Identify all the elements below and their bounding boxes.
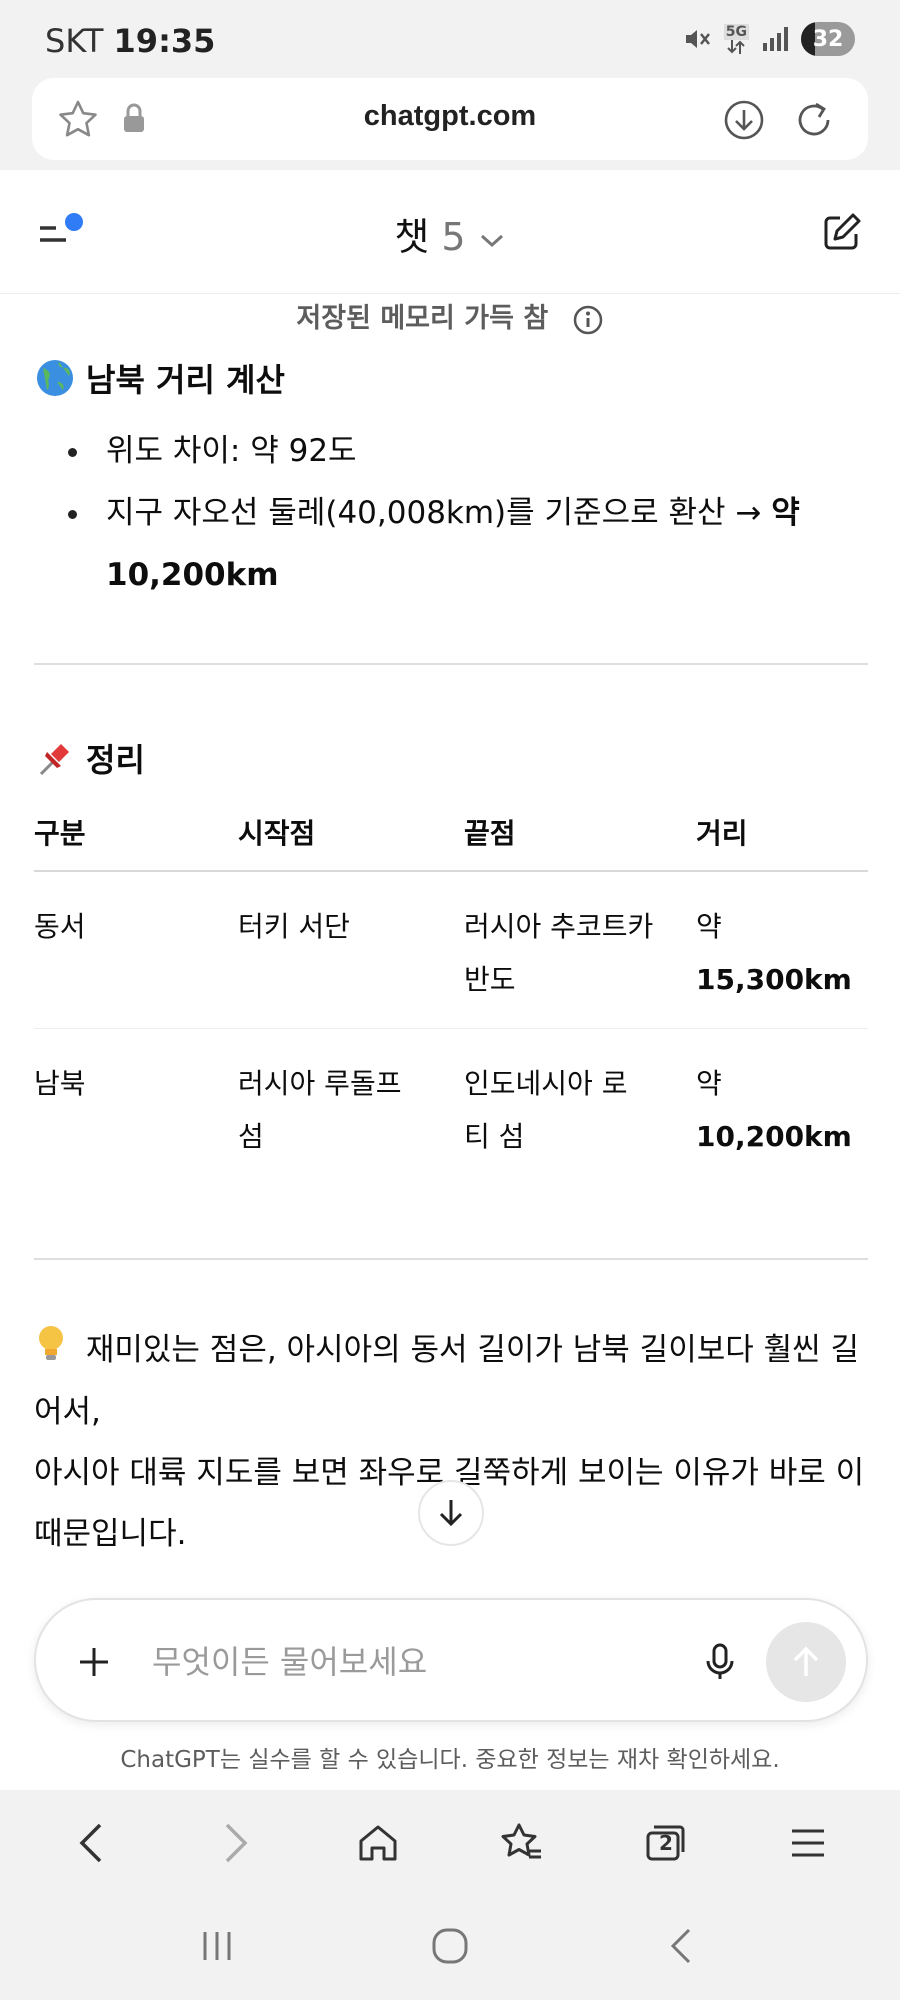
cell-type: 동서	[34, 871, 238, 1029]
disclaimer-text: ChatGPT는 실수를 할 수 있습니다. 중요한 정보는 재차 확인하세요.	[120, 1747, 780, 1773]
status-bar: SKT 19:35 5G 32	[0, 0, 900, 78]
bookmark-list-icon	[501, 1823, 541, 1859]
attach-button[interactable]	[64, 1632, 124, 1692]
send-button[interactable]	[766, 1622, 846, 1702]
back-button[interactable]	[52, 1803, 132, 1883]
new-chat-button[interactable]	[820, 210, 864, 254]
carrier-label: SKT	[45, 22, 104, 60]
cell-distance: 약 10,200km	[696, 1067, 852, 1153]
cell-type: 남북	[34, 1067, 86, 1100]
microphone-icon	[706, 1643, 734, 1679]
column-header: 끝점	[464, 800, 696, 872]
divider	[34, 1258, 868, 1260]
column-header: 구분	[34, 800, 238, 872]
system-nav-bar	[0, 1896, 900, 2000]
url-bar[interactable]: chatgpt.com	[32, 78, 868, 160]
list-item: 위도 차이: 약 92도	[34, 420, 864, 482]
chevron-left-icon	[79, 1823, 101, 1863]
model-selector[interactable]: 챗 5	[0, 206, 900, 261]
cell-end: 인도네시아 로티 섬	[464, 1067, 628, 1153]
table-header-row: 구분 시작점 끝점 거리	[34, 800, 868, 872]
column-header: 거리	[696, 800, 868, 872]
list-item: 지구 자오선 둘레(40,008km)를 기준으로 환산 → 약 10,200k…	[34, 482, 864, 606]
tabs-count: 2	[658, 1831, 673, 1855]
browser-bottom-nav: 2	[0, 1790, 900, 1896]
browser-menu-button[interactable]	[768, 1803, 848, 1883]
mute-icon	[685, 30, 710, 48]
signal-icon	[763, 27, 788, 51]
reload-icon[interactable]	[792, 98, 836, 142]
network-5g-icon: 5G	[723, 24, 749, 54]
status-icons: 5G 32	[682, 22, 855, 56]
table-row: 동서 터키 서단 러시아 추코트카 반도 약 15,300km	[34, 871, 868, 1029]
table-row: 남북 러시아 루돌프 섬 인도네시아 로티 섬 약 10,200km	[34, 1029, 868, 1186]
browser-toolbar: chatgpt.com	[0, 78, 900, 170]
memory-full-notice[interactable]: 저장된 메모리 가득 참	[0, 296, 900, 336]
chevron-right-icon	[225, 1823, 248, 1863]
system-home-button[interactable]	[430, 1926, 470, 1970]
recent-apps-icon	[203, 1932, 231, 1960]
forward-button[interactable]	[195, 1803, 275, 1883]
globe-icon	[34, 358, 76, 398]
status-carrier-time: SKT 19:35	[45, 22, 215, 60]
closing-line-1: 재미있는 점은, 아시아의 동서 길이가 남북 길이보다 훨씬 길어서,	[34, 1332, 860, 1430]
summary-table: 구분 시작점 끝점 거리 동서 터키 서단 러시아 추코트카 반도 약 15,3…	[34, 800, 868, 1185]
model-version: 5	[441, 215, 466, 259]
bookmarks-button[interactable]	[482, 1803, 562, 1883]
system-back-button[interactable]	[663, 1926, 703, 1970]
battery-indicator: 32	[801, 22, 855, 56]
scroll-to-bottom-button[interactable]	[418, 1480, 484, 1546]
home-button[interactable]	[338, 1803, 418, 1883]
cell-start: 터키 서단	[238, 871, 464, 1029]
home-circle-icon	[432, 1928, 468, 1964]
divider	[34, 663, 868, 665]
back-chevron-icon	[671, 1928, 691, 1964]
lightbulb-icon	[34, 1321, 76, 1382]
tabs-button[interactable]: 2	[625, 1803, 705, 1883]
chat-header: 챗 5	[0, 170, 900, 294]
clock: 19:35	[113, 22, 216, 60]
arrow-down-icon	[439, 1500, 463, 1527]
message-input[interactable]	[152, 1630, 672, 1694]
chat-title: 챗	[394, 215, 430, 259]
cell-end: 러시아 추코트카 반도	[464, 871, 696, 1029]
memory-note-text: 저장된 메모리 가득 참	[296, 303, 549, 334]
ns-bullet-list: 위도 차이: 약 92도 지구 자오선 둘레(40,008km)를 기준으로 환…	[34, 420, 864, 606]
arrow-up-icon	[793, 1646, 819, 1676]
composer	[34, 1598, 868, 1722]
cell-start: 러시아 루돌프 섬	[238, 1067, 402, 1153]
summary-heading-text: 정리	[86, 741, 145, 779]
ns-heading-text: 남북 거리 계산	[86, 361, 285, 399]
summary-heading: 정리	[34, 735, 145, 781]
compose-icon	[824, 213, 861, 250]
column-header: 시작점	[238, 800, 464, 872]
voice-input-button[interactable]	[692, 1634, 748, 1690]
chevron-down-icon	[480, 234, 503, 247]
plus-icon	[80, 1648, 108, 1676]
cell-distance: 약 15,300km	[696, 871, 868, 1029]
info-icon	[573, 305, 602, 334]
ns-heading: 남북 거리 계산	[34, 355, 285, 401]
download-icon[interactable]	[722, 98, 766, 142]
home-icon	[359, 1825, 397, 1861]
pushpin-icon	[34, 738, 76, 778]
hamburger-menu-icon	[792, 1829, 825, 1857]
recent-apps-button[interactable]	[197, 1926, 237, 1970]
